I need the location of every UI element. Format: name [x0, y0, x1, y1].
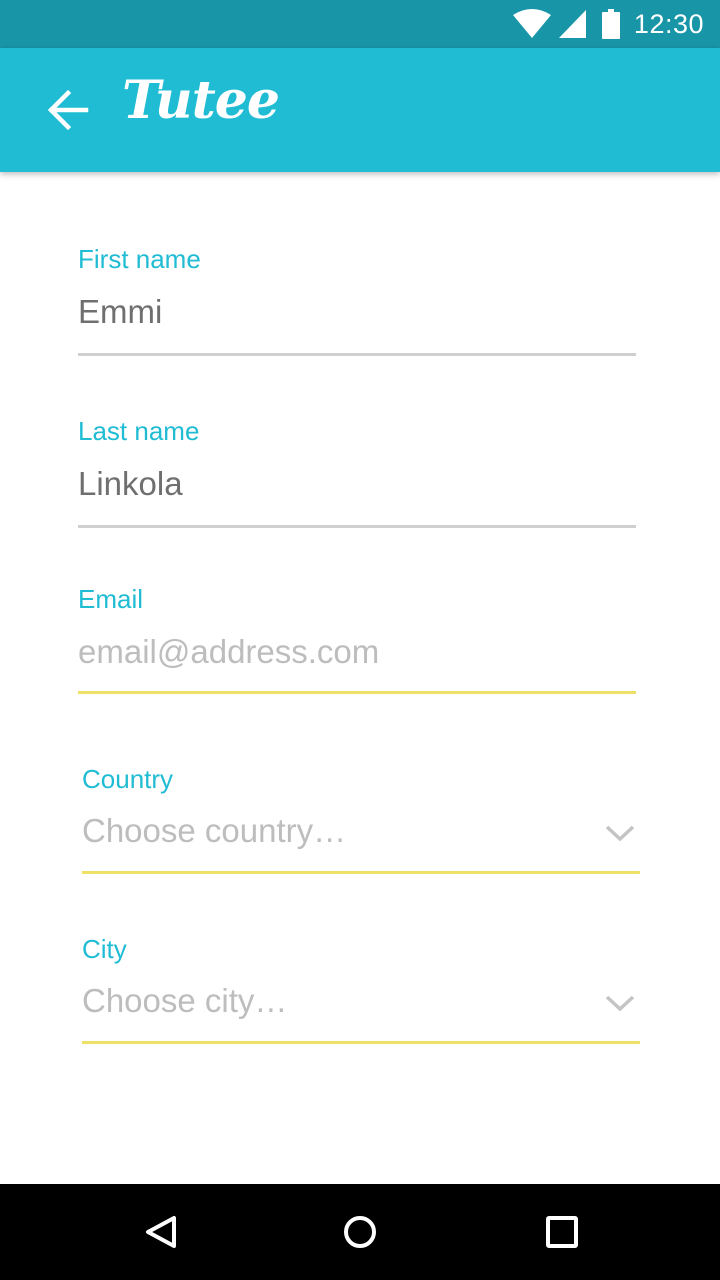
email-field: Email — [78, 584, 638, 700]
last-name-underline — [78, 525, 636, 528]
city-field[interactable]: City Choose city… — [82, 934, 642, 1050]
back-triangle-icon — [126, 1198, 194, 1266]
battery-icon — [601, 9, 620, 39]
app-bar: Tutee — [0, 48, 720, 172]
home-circle-icon — [326, 1198, 394, 1266]
email-input[interactable] — [78, 632, 618, 672]
email-label: Email — [78, 584, 144, 614]
chevron-down-icon[interactable] — [604, 822, 636, 849]
first-name-input[interactable]: Emmi — [78, 293, 162, 331]
status-icons: 12:30 — [512, 0, 704, 48]
last-name-field: Last name Linkola — [78, 416, 638, 532]
recents-square-icon — [528, 1198, 596, 1266]
app-logo: Tutee — [122, 70, 280, 131]
status-bar: 12:30 — [0, 0, 720, 48]
email-underline — [78, 691, 636, 694]
nav-back-button[interactable] — [126, 1198, 194, 1266]
first-name-label: First name — [78, 244, 201, 274]
first-name-field: First name Emmi — [78, 244, 638, 360]
signal-icon — [558, 9, 588, 39]
wifi-icon — [512, 9, 552, 39]
nav-home-button[interactable] — [326, 1198, 394, 1266]
back-button[interactable] — [36, 78, 100, 142]
navigation-bar — [0, 1184, 720, 1280]
chevron-down-icon[interactable] — [604, 992, 636, 1019]
arrow-left-icon — [36, 88, 100, 132]
city-label: City — [82, 934, 127, 964]
first-name-underline — [78, 353, 636, 356]
last-name-label: Last name — [78, 416, 200, 446]
last-name-input[interactable]: Linkola — [78, 465, 183, 503]
city-select[interactable]: Choose city… — [82, 982, 287, 1020]
city-underline — [82, 1041, 640, 1044]
country-label: Country — [82, 764, 174, 794]
country-field[interactable]: Country Choose country… — [82, 764, 642, 880]
country-select[interactable]: Choose country… — [82, 812, 346, 850]
status-time: 12:30 — [633, 8, 704, 39]
nav-recents-button[interactable] — [528, 1198, 596, 1266]
country-underline — [82, 871, 640, 874]
